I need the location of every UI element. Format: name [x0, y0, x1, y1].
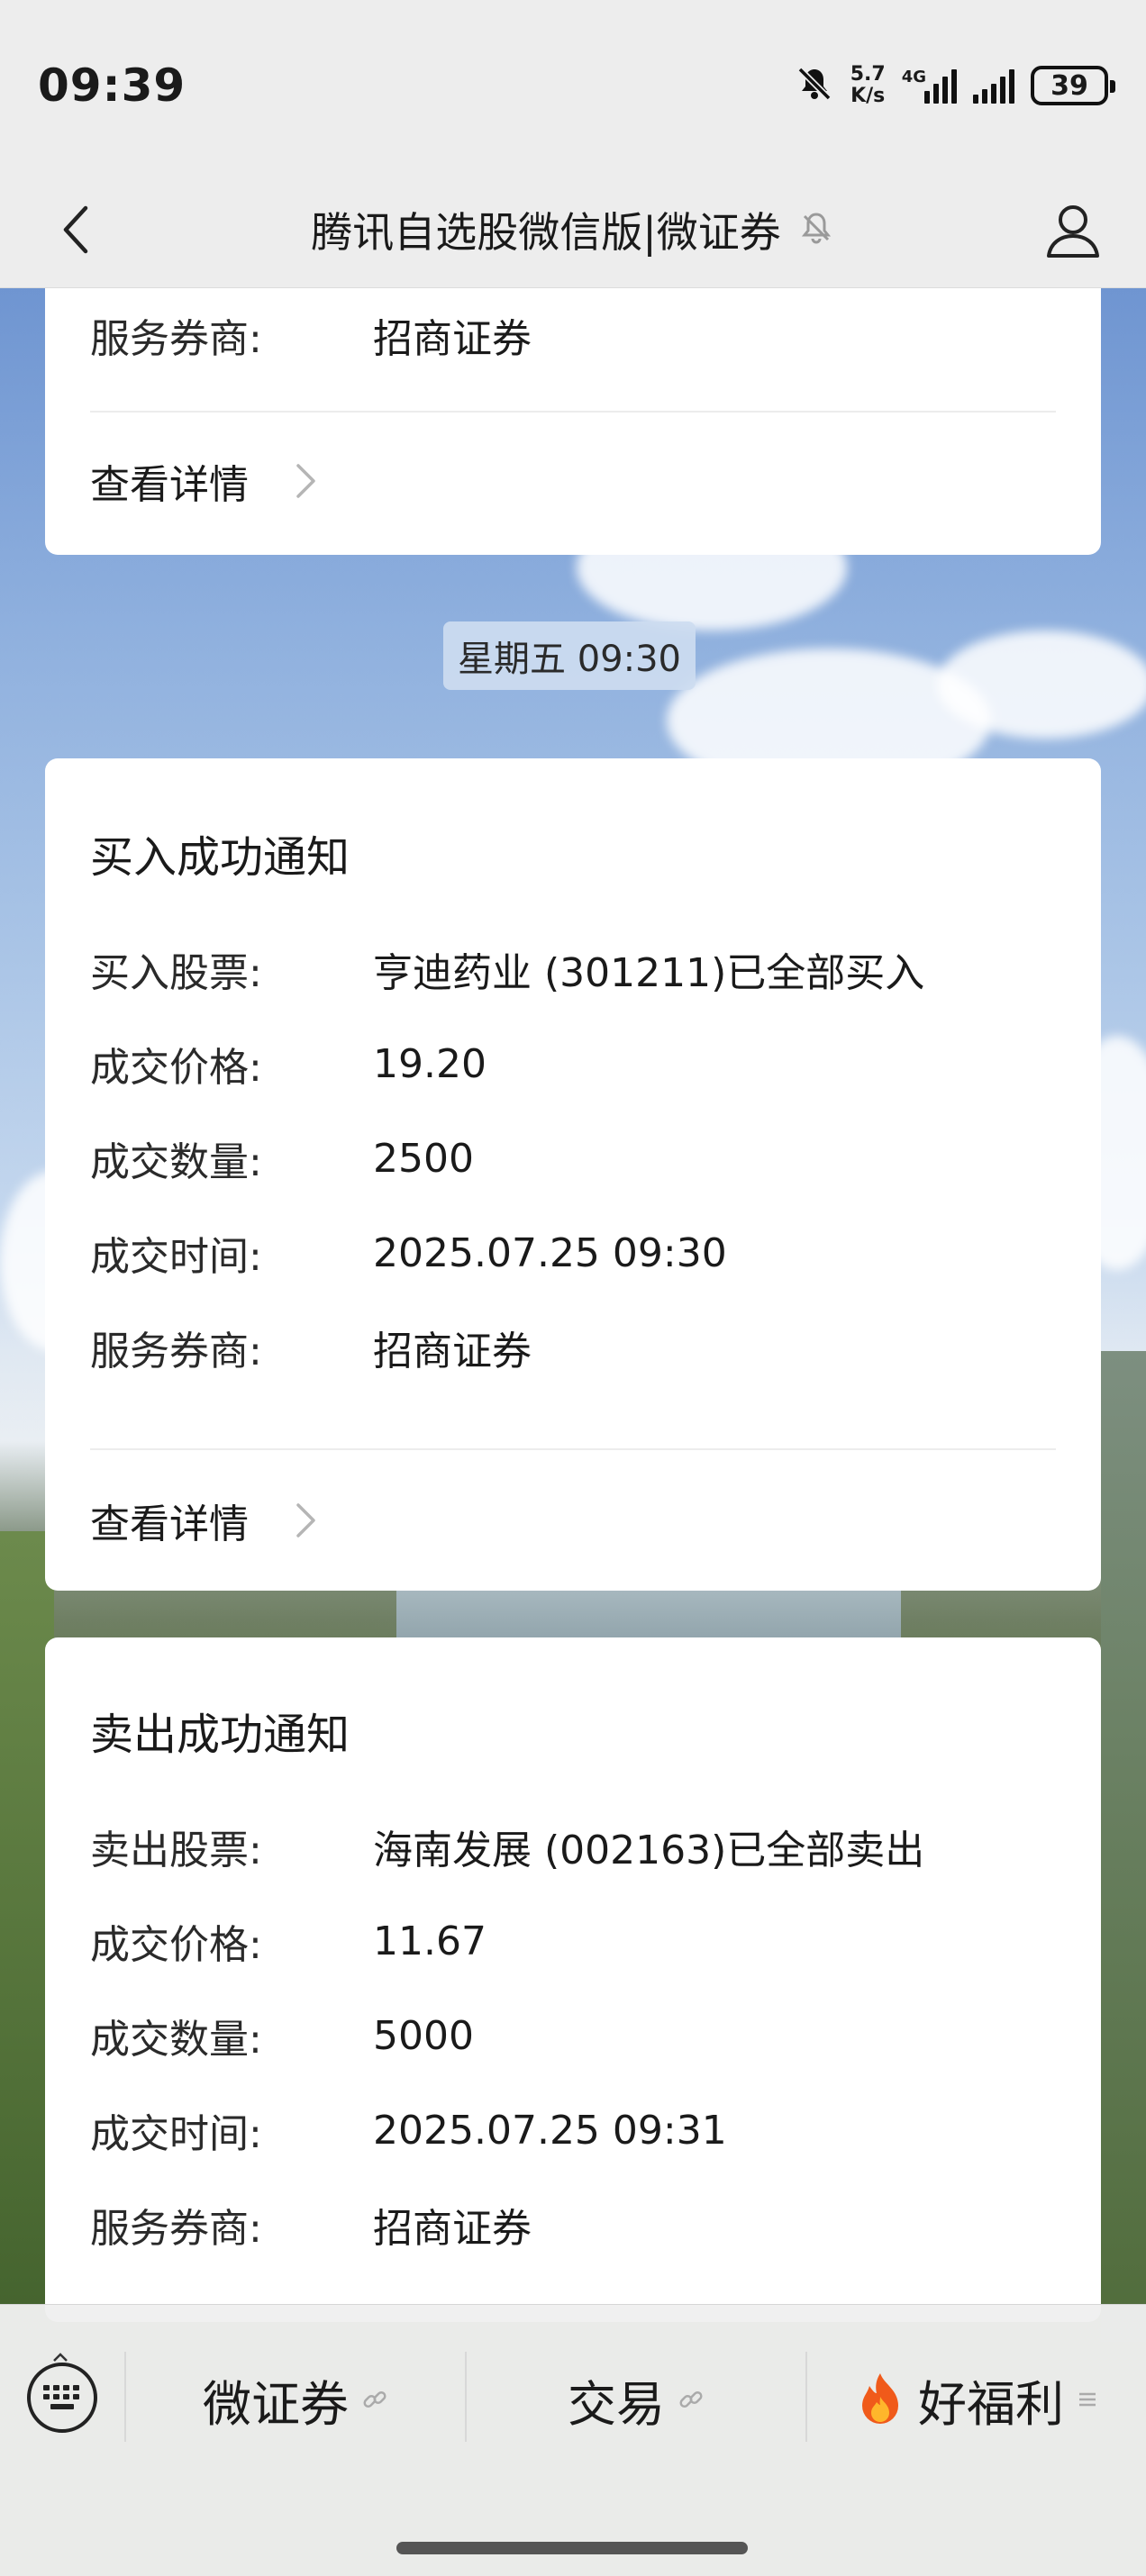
row-label: 成交时间: — [90, 2111, 262, 2157]
detail-row: 服务券商: 招商证券 — [90, 1320, 1056, 1374]
mute-bell-icon — [797, 209, 835, 250]
view-details-label: 查看详情 — [90, 1501, 249, 1547]
row-label: 成交价格: — [90, 1922, 262, 1968]
row-value: 招商证券 — [373, 316, 532, 362]
row-value: 2500 — [373, 1135, 474, 1182]
battery-level: 39 — [1050, 69, 1088, 102]
row-label: 服务券商: — [90, 316, 262, 362]
nav-bar: 腾讯自选股微信版|微证券 — [0, 171, 1146, 288]
detail-row: 服务券商: 招商证券 — [90, 308, 1056, 362]
chevron-right-icon — [296, 464, 315, 498]
divider — [90, 1448, 1056, 1450]
signal-icon — [973, 68, 1014, 104]
row-label: 成交数量: — [90, 1139, 262, 1185]
battery-icon: 39 — [1031, 66, 1115, 105]
network-speed: 5.7 K/s — [850, 64, 886, 107]
card-title: 买入成功通知 — [90, 832, 350, 883]
view-details-link[interactable]: 查看详情 — [90, 1484, 317, 1556]
menu-item-label: 交易 — [568, 2375, 665, 2433]
row-value: 2025.07.25 09:30 — [373, 1229, 727, 1276]
page-title: 腾讯自选股微信版|微证券 — [311, 207, 781, 257]
row-value: 11.67 — [373, 1918, 487, 1964]
signal-4g-icon: 4G — [902, 68, 957, 104]
keyboard-icon — [43, 2385, 79, 2409]
row-value: 亨迪药业 (301211)已全部买入 — [373, 950, 925, 996]
menu-item-label: 好福利 — [918, 2375, 1064, 2433]
home-indicator[interactable] — [396, 2542, 748, 2554]
detail-row: 成交时间: 2025.07.25 09:31 — [90, 2103, 1056, 2158]
row-value: 招商证券 — [373, 2206, 532, 2252]
buy-notification-card[interactable]: 买入成功通知 买入股票: 亨迪药业 (301211)已全部买入 成交价格: 19… — [45, 758, 1101, 1591]
link-icon — [679, 2390, 703, 2408]
chevron-left-icon — [63, 205, 88, 254]
menu-item-micro-securities[interactable]: 微证券 — [126, 2350, 465, 2449]
chevron-up-icon — [53, 2353, 68, 2362]
detail-row: 成交数量: 5000 — [90, 2009, 1056, 2064]
list-icon — [1079, 2392, 1096, 2407]
status-bar: 09:39 5.7 K/s 4G 39 — [0, 0, 1146, 171]
back-button[interactable] — [45, 198, 108, 261]
view-details-label: 查看详情 — [90, 462, 249, 508]
card-title: 卖出成功通知 — [90, 1710, 350, 1760]
divider — [90, 411, 1056, 413]
status-time: 09:39 — [38, 59, 186, 112]
detail-row: 买入股票: 亨迪药业 (301211)已全部买入 — [90, 942, 1056, 996]
detail-row: 成交时间: 2025.07.25 09:30 — [90, 1226, 1056, 1281]
chevron-right-icon — [296, 1503, 315, 1537]
detail-row: 成交数量: 2500 — [90, 1131, 1056, 1186]
keyboard-toggle-button[interactable] — [27, 2363, 97, 2433]
message-card-previous: 服务券商: 招商证券 查看详情 — [45, 288, 1101, 555]
status-icons: 5.7 K/s 4G 39 — [795, 64, 1115, 107]
detail-row: 成交价格: 11.67 — [90, 1914, 1056, 1969]
row-label: 成交时间: — [90, 1234, 262, 1280]
menu-item-trade[interactable]: 交易 — [467, 2350, 805, 2449]
bottom-menu: 微证券 交易 好福利 — [0, 2304, 1146, 2576]
row-value: 5000 — [373, 2012, 474, 2059]
mute-bell-icon — [795, 64, 834, 107]
profile-button[interactable] — [1036, 193, 1110, 267]
row-value: 19.20 — [373, 1040, 487, 1087]
link-icon — [363, 2390, 387, 2408]
network-speed-value: 5.7 — [850, 63, 886, 86]
sell-notification-card[interactable]: 卖出成功通知 卖出股票: 海南发展 (002163)已全部卖出 成交价格: 11… — [45, 1637, 1101, 2322]
user-icon — [1047, 205, 1099, 258]
detail-row: 卖出股票: 海南发展 (002163)已全部卖出 — [90, 1819, 1056, 1873]
menu-item-label: 微证券 — [203, 2375, 349, 2433]
row-value: 2025.07.25 09:31 — [373, 2107, 727, 2154]
view-details-link[interactable]: 查看详情 — [90, 445, 317, 517]
row-label: 卖出股票: — [90, 1828, 262, 1873]
menu-item-benefits[interactable]: 好福利 — [807, 2350, 1146, 2449]
row-value: 海南发展 (002163)已全部卖出 — [373, 1828, 925, 1873]
row-label: 服务券商: — [90, 2206, 262, 2252]
detail-row: 成交价格: 19.20 — [90, 1037, 1056, 1092]
row-label: 成交数量: — [90, 2017, 262, 2063]
row-value: 招商证券 — [373, 1329, 532, 1374]
timestamp-text: 星期五 09:30 — [458, 639, 681, 680]
row-label: 买入股票: — [90, 950, 262, 996]
fire-icon — [862, 2373, 898, 2424]
detail-row: 服务券商: 招商证券 — [90, 2198, 1056, 2252]
network-type: 4G — [901, 68, 926, 86]
row-label: 成交价格: — [90, 1045, 262, 1091]
timestamp-pill: 星期五 09:30 — [443, 621, 696, 690]
row-label: 服务券商: — [90, 1329, 262, 1374]
network-speed-unit: K/s — [850, 85, 886, 107]
